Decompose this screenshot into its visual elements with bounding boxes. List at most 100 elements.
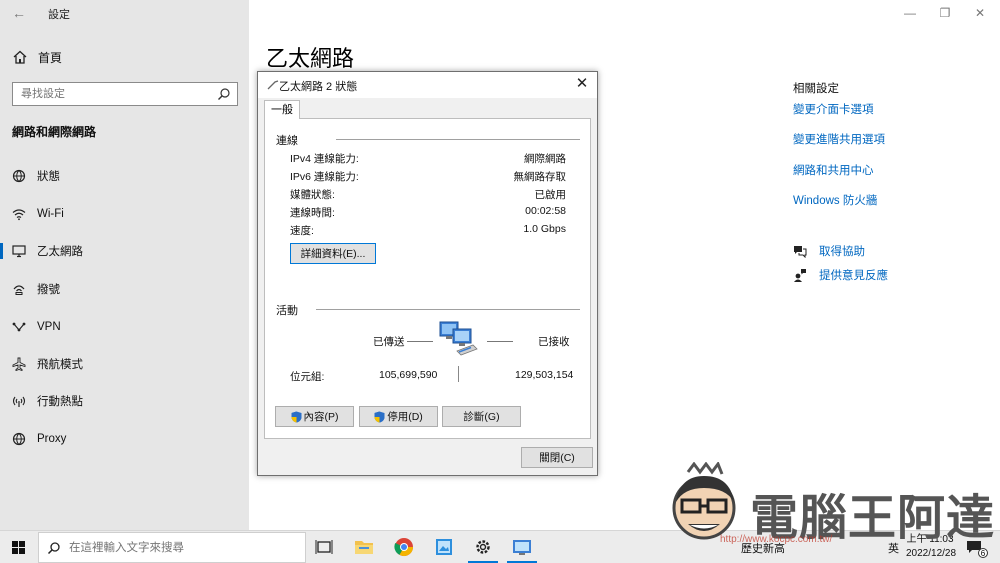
sent-label: 已傳送: [373, 336, 405, 348]
sidebar-item-status[interactable]: 狀態: [0, 164, 249, 188]
ipv4-label: IPv4 連線能力:: [290, 153, 359, 165]
disable-button[interactable]: 停用(D): [359, 406, 438, 427]
dialog-close-icon[interactable]: ✕: [574, 76, 590, 92]
search-icon: [47, 542, 60, 555]
minimize-icon[interactable]: —: [895, 3, 925, 23]
sidebar-item-vpn[interactable]: VPN: [0, 315, 249, 339]
bytes-divider: [458, 366, 459, 382]
sidebar-item-label: 乙太網路: [37, 246, 83, 258]
news-widget[interactable]: 歷史新高: [741, 540, 785, 556]
sidebar-item-label: 撥號: [37, 284, 60, 296]
dialog-titlebar: 乙太網路 2 狀態 ✕: [258, 72, 597, 98]
sidebar-item-ethernet[interactable]: 乙太網路: [0, 239, 249, 263]
get-help-link[interactable]: 取得協助: [793, 243, 865, 259]
sidebar-item-dialup[interactable]: 撥號: [0, 277, 249, 301]
task-view-icon[interactable]: [313, 536, 335, 558]
globe-status-icon: [12, 169, 26, 183]
home-icon: [13, 50, 27, 64]
bytes-received-value: 129,503,154: [515, 369, 574, 381]
app-title: 設定: [48, 9, 70, 21]
sidebar-item-label: Wi-Fi: [37, 208, 64, 220]
airplane-icon: [12, 357, 26, 371]
close-window-icon[interactable]: ✕: [965, 3, 995, 23]
close-button[interactable]: 關閉(C): [521, 447, 593, 468]
home-label: 首頁: [38, 50, 63, 65]
sidebar-home[interactable]: 首頁: [12, 48, 62, 66]
ipv6-value: 無網路存取: [513, 171, 567, 183]
clock-time: 上午 11:03: [906, 534, 954, 545]
sidebar-section-title: 網路和網際網路: [12, 125, 97, 139]
sidebar-item-label: 飛航模式: [37, 359, 83, 371]
connection-group-label: 連線: [276, 135, 298, 147]
properties-button[interactable]: 內容(P): [275, 406, 354, 427]
settings-search-box[interactable]: [12, 82, 238, 106]
bytes-sent-value: 105,699,590: [379, 369, 438, 381]
taskbar: 歷史新高 英 上午 11:03 2022/12/28 6: [0, 530, 1000, 563]
dialog-title: 乙太網路 2 狀態: [279, 81, 358, 93]
sidebar: 首頁 網路和網際網路 狀態 Wi-Fi 乙太網路 撥號 VPN: [0, 0, 249, 530]
notification-count-badge: 6: [978, 548, 988, 558]
media-state-label: 媒體狀態:: [290, 189, 335, 201]
sent-line: [407, 341, 433, 342]
disable-label: 停用(D): [387, 411, 423, 423]
sidebar-item-label: 行動熱點: [37, 396, 83, 408]
taskbar-search-box[interactable]: [38, 532, 306, 563]
uac-shield-icon: [291, 411, 301, 422]
vpn-icon: [12, 322, 26, 332]
wifi-icon: [12, 209, 26, 221]
speed-label: 速度:: [290, 225, 314, 237]
network-computers-icon: [439, 321, 478, 356]
details-button[interactable]: 詳細資料(E)...: [290, 243, 376, 264]
hotspot-icon: [12, 396, 26, 407]
taskbar-search-input[interactable]: [69, 540, 289, 556]
windows-start-icon[interactable]: [0, 531, 38, 563]
properties-label: 內容(P): [303, 411, 339, 423]
sidebar-item-proxy[interactable]: Proxy: [0, 427, 249, 451]
ipv6-label: IPv6 連線能力:: [290, 171, 359, 183]
globe-icon: [12, 432, 26, 446]
received-label: 已接收: [538, 336, 570, 348]
duration-label: 連線時間:: [290, 207, 335, 219]
connection-divider: [336, 139, 580, 140]
ethernet-icon: [12, 245, 26, 258]
photos-app-icon[interactable]: [433, 536, 455, 558]
settings-gear-icon[interactable]: [472, 536, 494, 558]
file-explorer-icon[interactable]: [353, 536, 375, 558]
sidebar-item-label: VPN: [37, 321, 61, 333]
activity-divider: [316, 309, 580, 310]
restore-icon[interactable]: ❐: [930, 3, 960, 23]
duration-value: 00:02:58: [525, 205, 566, 217]
link-network-sharing-center[interactable]: 網路和共用中心: [793, 162, 874, 178]
feedback-icon: [794, 269, 806, 282]
diagnose-button[interactable]: 診斷(G): [442, 406, 521, 427]
get-help-label: 取得協助: [819, 246, 865, 258]
link-advanced-sharing[interactable]: 變更進階共用選項: [793, 131, 885, 147]
tab-panel-general: 連線 IPv4 連線能力: 網際網路 IPv6 連線能力: 無網路存取 媒體狀態…: [264, 118, 591, 439]
activity-group-label: 活動: [276, 305, 298, 317]
help-chat-icon: [794, 246, 807, 258]
link-change-adapter-options[interactable]: 變更介面卡選項: [793, 101, 874, 117]
network-connections-icon[interactable]: [511, 536, 533, 558]
clock-date: 2022/12/28: [906, 548, 957, 559]
uac-shield-icon: [374, 411, 385, 422]
link-windows-firewall[interactable]: Windows 防火牆: [793, 192, 877, 208]
sidebar-item-label: 狀態: [37, 171, 60, 183]
media-state-value: 已啟用: [534, 189, 567, 201]
feedback-link[interactable]: 提供意見反應: [793, 267, 888, 283]
dialup-icon: [13, 285, 25, 295]
sidebar-item-wifi[interactable]: Wi-Fi: [0, 202, 249, 226]
sidebar-item-hotspot[interactable]: 行動熱點: [0, 389, 249, 413]
chrome-icon[interactable]: [393, 536, 415, 558]
sidebar-item-airplane[interactable]: 飛航模式: [0, 352, 249, 376]
tab-general[interactable]: 一般: [264, 100, 300, 119]
related-settings-heading: 相關設定: [793, 83, 839, 95]
window-titlebar: ← 設定 — ❐ ✕: [0, 0, 1000, 26]
page-title: 乙太網路: [266, 46, 355, 71]
ime-indicator[interactable]: 英: [888, 540, 899, 556]
bytes-label: 位元組:: [290, 371, 325, 383]
taskbar-clock[interactable]: 上午 11:03 2022/12/28: [906, 533, 957, 561]
back-arrow-icon[interactable]: ←: [10, 4, 28, 22]
search-icon[interactable]: [217, 87, 231, 101]
settings-search-input[interactable]: [21, 86, 211, 102]
ipv4-value: 網際網路: [524, 153, 566, 165]
